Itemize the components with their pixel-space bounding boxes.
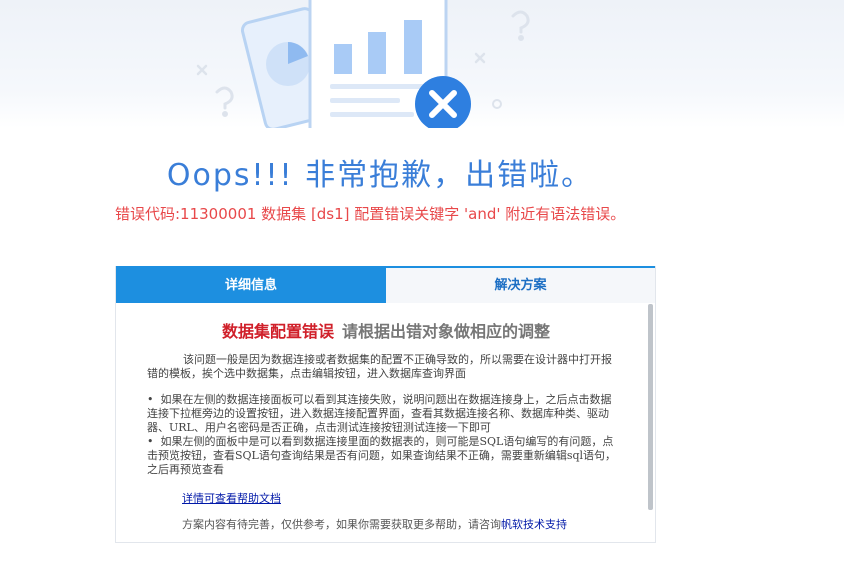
detail-intro: 该问题一般是因为数据连接或者数据集的配置不正确导致的，所以需要在设计器中打开报错… bbox=[147, 353, 612, 380]
error-detail-panel: 详细信息 解决方案 数据集配置错误 请根据出错对象做相应的调整 该问题一般是因为数… bbox=[115, 266, 656, 543]
detail-content: 数据集配置错误 请根据出错对象做相应的调整 该问题一般是因为数据连接或者数据集的配… bbox=[116, 303, 646, 542]
detail-bullet-list: • 如果在左侧的数据连接面板可以看到其连接失败，说明问题出在数据连接身上，之后点… bbox=[147, 393, 617, 477]
tech-support-link[interactable]: 帆软技术支持 bbox=[501, 518, 567, 531]
list-item: • 如果在左侧的数据连接面板可以看到其连接失败，说明问题出在数据连接身上，之后点… bbox=[147, 393, 612, 434]
error-illustration bbox=[0, 0, 844, 128]
support-note: 方案内容有待完善，仅供参考，如果你需要获取更多帮助，请咨询帆软技术支持 bbox=[182, 516, 567, 532]
tab-details[interactable]: 详细信息 bbox=[116, 268, 386, 303]
detail-heading: 数据集配置错误 请根据出错对象做相应的调整 bbox=[116, 318, 646, 342]
support-note-text: 方案内容有待完善，仅供参考，如果你需要获取更多帮助，请咨询 bbox=[182, 518, 501, 531]
detail-heading-error: 数据集配置错误 bbox=[221, 322, 334, 341]
bullet-text: 如果左侧的面板中是可以看到数据连接里面的数据表的，则可能是SQL语句编写的有问题… bbox=[147, 435, 617, 476]
error-message: 错误代码:11300001 数据集 [ds1] 配置错误关键字 'and' 附近… bbox=[115, 205, 626, 223]
detail-heading-advice: 请根据出错对象做相应的调整 bbox=[342, 322, 551, 341]
tab-solution[interactable]: 解决方案 bbox=[386, 268, 655, 303]
page-title: Oops!!! 非常抱歉，出错啦。 bbox=[166, 158, 594, 193]
bullet-text: 如果在左侧的数据连接面板可以看到其连接失败，说明问题出在数据连接身上，之后点击数… bbox=[147, 393, 612, 434]
scrollbar[interactable] bbox=[648, 304, 653, 510]
tab-bar: 详细信息 解决方案 bbox=[116, 266, 655, 303]
list-item: • 如果左侧的面板中是可以看到数据连接里面的数据表的，则可能是SQL语句编写的有… bbox=[147, 435, 617, 476]
help-doc-link[interactable]: 详情可查看帮助文档 bbox=[182, 490, 281, 506]
